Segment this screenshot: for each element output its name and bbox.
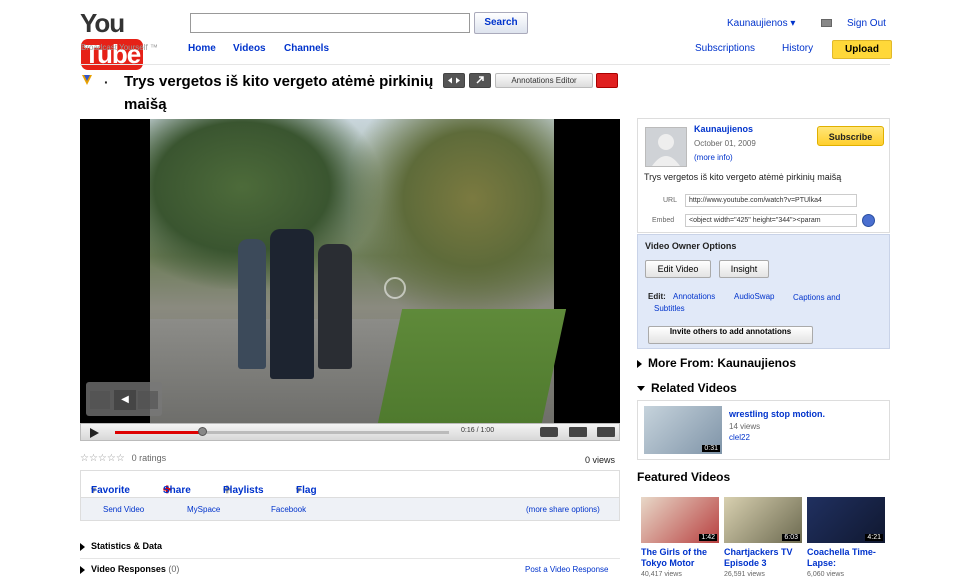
more-from-toggle[interactable]: More From: Kaunaujienos — [637, 356, 796, 370]
nav-channels[interactable]: Channels — [284, 43, 329, 54]
url-field[interactable]: http://www.youtube.com/watch?v=PTUlka4 — [685, 194, 857, 207]
related-video-views: 14 views — [729, 422, 761, 431]
header-divider — [80, 64, 890, 65]
myspace-link[interactable]: MySpace — [187, 505, 220, 514]
upload-date: October 01, 2009 — [694, 139, 756, 148]
embed-label: Embed — [652, 217, 675, 224]
popout-icon[interactable] — [469, 73, 491, 88]
featured-video-title[interactable]: The Girls of the Tokyo Motor — [641, 547, 721, 569]
subscribe-button[interactable]: Subscribe — [817, 126, 884, 146]
featured-video-title[interactable]: Coachella Time-Lapse: — [807, 547, 887, 569]
invite-annotations-button[interactable]: Invite others to add annotations — [648, 326, 813, 344]
play-icon[interactable] — [88, 427, 100, 441]
sign-out-link[interactable]: Sign Out — [847, 18, 886, 29]
avatar[interactable] — [645, 127, 687, 167]
upload-button[interactable]: Upload — [832, 40, 892, 59]
video-responses-toggle[interactable]: Video Responses (0) — [80, 564, 179, 574]
youtube-logo[interactable]: YouTube — [80, 8, 166, 70]
embed-options-icon[interactable] — [862, 214, 875, 227]
logo-you: You — [80, 8, 125, 38]
user-menu[interactable]: Kaunaujienos ▾ — [727, 18, 795, 29]
ratings-count: 0 ratings — [131, 453, 167, 463]
tagline: Broadcast Yourself ™ — [81, 43, 158, 52]
player-controls-popup[interactable]: ◀ — [86, 382, 162, 416]
annotations-toggle-icon[interactable] — [596, 73, 618, 88]
featured-video-views: 40,417 views — [641, 571, 682, 578]
search-input[interactable] — [190, 13, 470, 33]
insight-button[interactable]: Insight — [719, 260, 769, 278]
embed-field[interactable]: <object width="425" height="344"><param — [685, 214, 857, 227]
collapse-arrow-icon — [637, 386, 645, 392]
time-display: 0:16 / 1:00 — [461, 427, 495, 434]
fullscreen-icon[interactable] — [597, 427, 615, 437]
featured-video-thumbnail[interactable]: 4:21 — [807, 497, 885, 543]
statistics-toggle[interactable]: Statistics & Data — [80, 541, 162, 551]
featured-video-thumbnail[interactable]: 6:03 — [724, 497, 802, 543]
star-icon[interactable]: ☆☆☆☆☆ — [80, 453, 125, 464]
progress-fill — [115, 431, 202, 434]
duration-badge: 6:03 — [782, 534, 800, 541]
duration-badge: 4:21 — [865, 534, 883, 541]
progress-bar[interactable] — [115, 427, 449, 436]
send-video-link[interactable]: Send Video — [103, 505, 144, 514]
video-player[interactable] — [80, 119, 620, 423]
facebook-link[interactable]: Facebook — [271, 505, 306, 514]
section-divider — [80, 558, 620, 559]
expand-arrow-icon — [80, 542, 85, 551]
video-title: Trys vergetos iš kito vergeto atėmė pirk… — [124, 73, 434, 113]
more-info-link[interactable]: (more info) — [694, 153, 733, 162]
action-bar: ▾ Favorite ✚ Share ✚ Playlists ▾ Flag — [80, 470, 620, 497]
more-share-options-link[interactable]: (more share options) — [526, 505, 600, 514]
featured-video-views: 26,591 views — [724, 571, 765, 578]
title-separator: · — [104, 74, 109, 90]
hq-icon[interactable] — [540, 427, 558, 437]
related-videos-toggle[interactable]: Related Videos — [637, 381, 737, 395]
edit-video-button[interactable]: Edit Video — [645, 260, 711, 278]
related-video-title[interactable]: wrestling stop motion. — [729, 409, 825, 420]
private-video-icon — [80, 72, 94, 89]
nav-home[interactable]: Home — [188, 43, 216, 54]
rewind-icon[interactable]: ◀ — [114, 390, 136, 410]
duration-badge: 1:42 — [699, 534, 717, 541]
featured-videos-heading: Featured Videos — [637, 470, 731, 484]
video-frame — [150, 119, 567, 423]
video-description: Trys vergetos iš kito vergeto atėmė pirk… — [644, 172, 842, 182]
duration-badge: 0:31 — [702, 445, 720, 452]
rating-stars[interactable]: ☆☆☆☆☆ 0 ratings — [80, 453, 166, 464]
expand-player-icon[interactable] — [443, 73, 465, 88]
expand-arrow-icon — [80, 565, 85, 574]
expand-arrow-icon — [637, 359, 642, 368]
captions-subtitles-link[interactable]: Captions and Subtitles — [654, 292, 859, 314]
featured-video-views: 6,060 views — [807, 571, 844, 578]
channel-name-link[interactable]: Kaunaujienos — [694, 124, 753, 134]
share-bar: Send Video MySpace Facebook (more share … — [80, 497, 620, 521]
featured-video-thumbnail[interactable]: 1:42 — [641, 497, 719, 543]
subscriptions-link[interactable]: Subscriptions — [695, 43, 755, 54]
related-video-user[interactable]: clel22 — [729, 433, 750, 442]
widescreen-icon[interactable] — [569, 427, 587, 437]
related-video-thumbnail[interactable]: 0:31 — [644, 406, 722, 454]
search-button[interactable]: Search — [474, 12, 528, 34]
owner-options-heading: Video Owner Options — [645, 241, 737, 251]
progress-handle[interactable] — [197, 427, 207, 436]
nav-videos[interactable]: Videos — [233, 43, 266, 54]
url-label: URL — [663, 197, 678, 204]
post-video-response-link[interactable]: Post a Video Response — [525, 565, 608, 574]
inbox-icon[interactable] — [821, 19, 832, 27]
player-control-bar[interactable]: 0:16 / 1:00 — [80, 423, 620, 441]
view-count: 0 views — [585, 455, 616, 465]
history-link[interactable]: History — [782, 43, 813, 54]
annotations-editor-button[interactable]: Annotations Editor — [495, 73, 593, 88]
featured-video-title[interactable]: Chartjackers TV Episode 3 — [724, 547, 804, 569]
